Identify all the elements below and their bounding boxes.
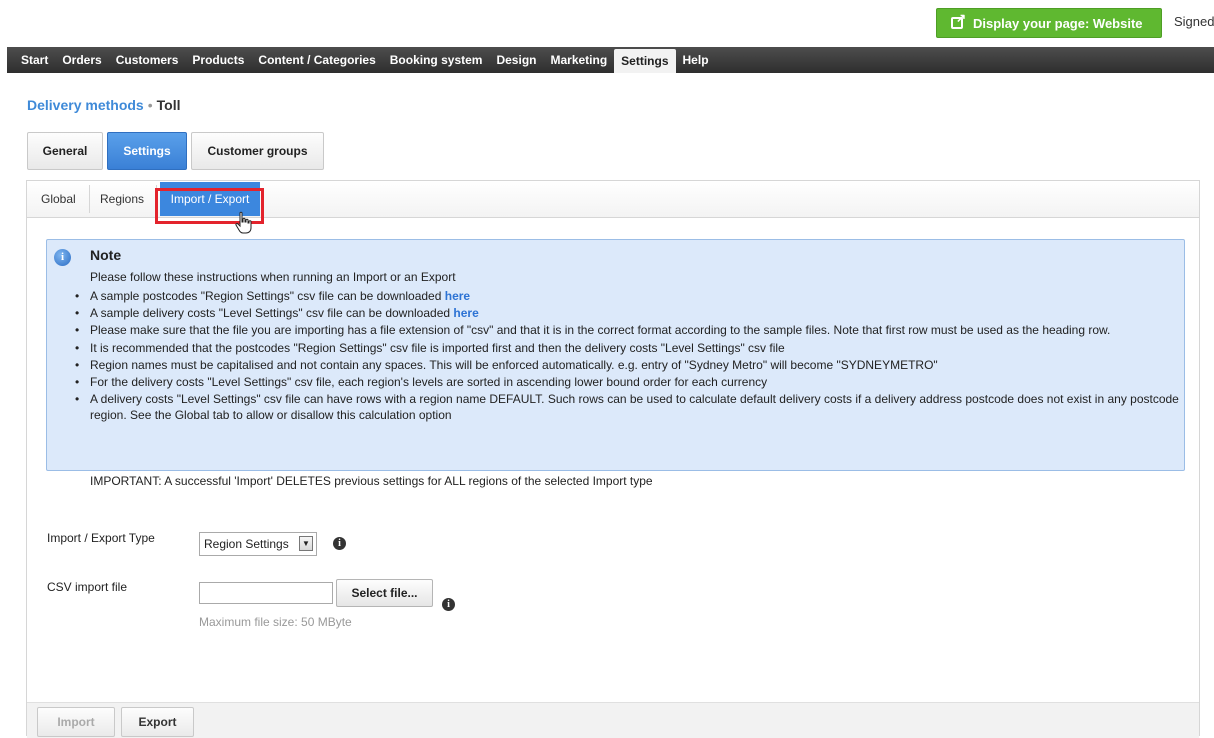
list-item: A sample postcodes "Region Settings" csv… [74,289,1179,305]
subtab-global[interactable]: Global [41,181,76,217]
download-level-settings-link[interactable]: here [453,306,478,320]
note-title: Note [90,247,122,263]
download-region-settings-link[interactable]: here [445,289,470,303]
breadcrumb-current: Toll [156,97,181,113]
display-page-label: Display your page: Website [973,15,1143,31]
list-item-text: A sample delivery costs "Level Settings"… [90,306,454,321]
settings-panel: Global Regions Import / Export i Note Pl… [26,180,1200,738]
nav-item-products[interactable]: Products [185,47,251,73]
max-file-size-text: Maximum file size: 50 MByte [199,615,352,629]
note-important: IMPORTANT: A successful 'Import' DELETES… [90,474,653,488]
csv-import-file-label: CSV import file [47,580,128,594]
action-bar: Import Export [27,702,1199,738]
nav-item-content-categories[interactable]: Content / Categories [251,47,382,73]
hand-cursor-icon [235,211,252,234]
nav-item-design[interactable]: Design [489,47,543,73]
list-item: A sample delivery costs "Level Settings"… [74,306,1179,322]
import-export-type-value: Region Settings [204,537,289,551]
dropdown-arrow-icon: ▼ [299,536,313,551]
note-list: A sample postcodes "Region Settings" csv… [74,289,1179,425]
signed-in-text: Signed [1174,14,1214,29]
info-icon[interactable]: i [333,537,346,550]
export-button[interactable]: Export [121,707,194,737]
main-tabs: General Settings Customer groups [27,132,328,170]
import-export-type-label: Import / Export Type [47,531,155,545]
breadcrumb: Delivery methods • Toll [27,97,180,113]
tab-settings[interactable]: Settings [107,132,187,170]
nav-item-orders[interactable]: Orders [55,47,108,73]
list-item: A delivery costs "Level Settings" csv fi… [74,392,1179,423]
info-circle-icon: i [54,249,71,266]
import-export-type-select[interactable]: Region Settings ▼ [199,532,317,556]
nav-item-marketing[interactable]: Marketing [543,47,614,73]
breadcrumb-separator: • [147,97,153,113]
display-page-button[interactable]: Display your page: Website [936,8,1162,38]
nav-item-help[interactable]: Help [676,47,716,73]
tab-general[interactable]: General [27,132,103,170]
top-bar: Display your page: Website Signed [0,0,1214,46]
note-intro: Please follow these instructions when ru… [90,270,456,284]
list-item: It is recommended that the postcodes "Re… [74,341,1179,357]
select-file-button[interactable]: Select file... [336,579,433,607]
csv-file-input[interactable] [199,582,333,604]
nav-item-start[interactable]: Start [7,47,55,73]
list-item-text: A sample postcodes "Region Settings" csv… [90,289,445,303]
list-item: Please make sure that the file you are i… [74,323,1179,339]
note-box: i Note Please follow these instructions … [46,239,1185,488]
info-icon[interactable]: i [442,598,455,611]
nav-item-customers[interactable]: Customers [109,47,186,73]
breadcrumb-delivery-methods[interactable]: Delivery methods [27,97,144,113]
import-button[interactable]: Import [37,707,115,737]
nav-item-settings[interactable]: Settings [614,49,676,73]
main-nav: Start Orders Customers Products Content … [7,47,1214,73]
subtab-divider [89,185,90,213]
external-link-icon [951,11,966,29]
nav-item-booking-system[interactable]: Booking system [383,47,490,73]
list-item: For the delivery costs "Level Settings" … [74,375,1179,391]
tab-customer-groups[interactable]: Customer groups [191,132,324,170]
list-item: Region names must be capitalised and not… [74,358,1179,374]
subtab-regions[interactable]: Regions [100,181,144,217]
